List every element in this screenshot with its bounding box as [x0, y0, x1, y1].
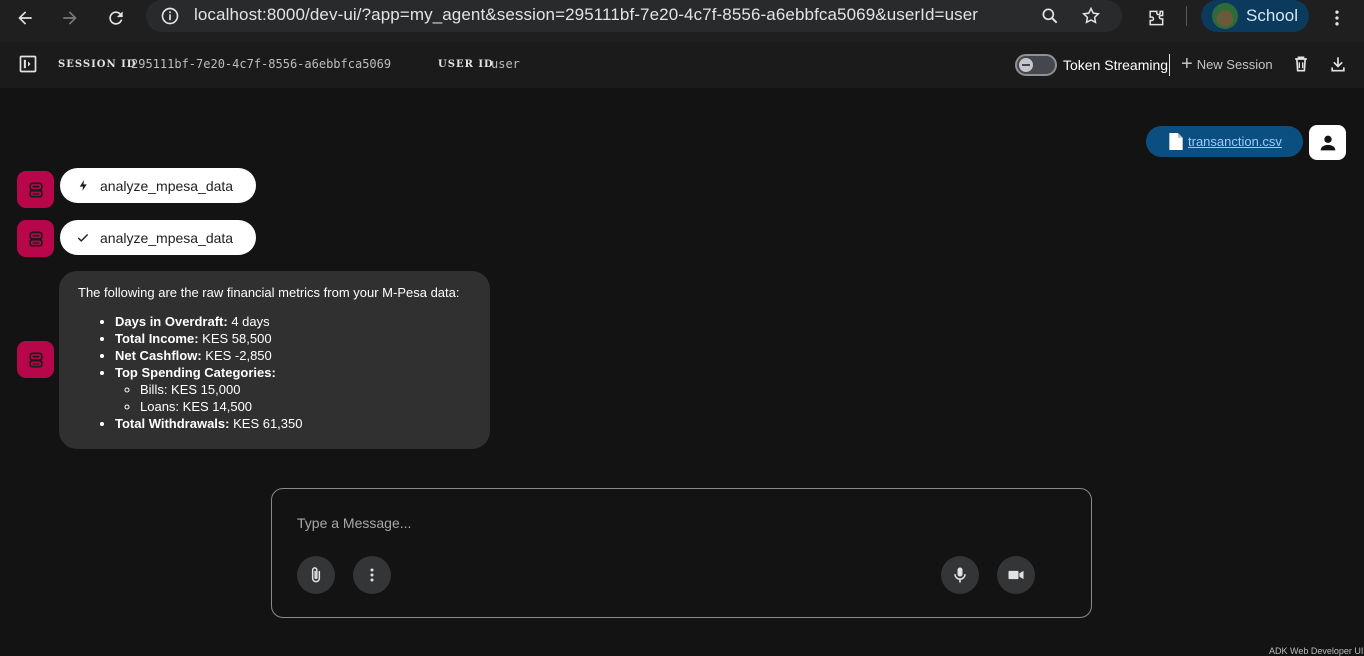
profile-avatar	[1212, 3, 1238, 29]
user-avatar	[1309, 125, 1346, 160]
arrow-right-icon	[63, 11, 77, 25]
browser-menu-button[interactable]	[1322, 3, 1352, 33]
plus-icon: +	[1181, 53, 1193, 75]
back-button[interactable]	[10, 3, 40, 33]
attach-button[interactable]	[297, 556, 335, 594]
footer-text: ADK Web Developer UI	[1269, 646, 1364, 656]
tool-call-chip[interactable]: analyze_mpesa_data	[60, 168, 257, 203]
list-item: Total Withdrawals: KES 61,350	[115, 415, 471, 432]
metrics-list: Days in Overdraft: 4 days Total Income: …	[78, 313, 471, 432]
token-streaming-toggle[interactable]	[1015, 54, 1057, 76]
bot-avatar	[17, 220, 54, 257]
new-session-button[interactable]: + New Session	[1181, 53, 1273, 75]
toolbar-divider	[1186, 6, 1187, 26]
list-item: Net Cashflow: KES -2,850	[115, 347, 471, 364]
bot-avatar	[17, 171, 54, 208]
message-intro: The following are the raw financial metr…	[78, 285, 460, 300]
delete-session-button[interactable]	[1290, 53, 1312, 75]
bolt-icon	[76, 179, 90, 193]
browser-toolbar: localhost:8000/dev-ui/?app=my_agent&sess…	[0, 0, 1364, 42]
videocam-icon	[1008, 570, 1024, 580]
message-input[interactable]: Type a Message...	[297, 515, 411, 531]
reload-button[interactable]	[101, 3, 131, 33]
attachment-filename[interactable]: transanction.csv	[1188, 134, 1282, 149]
user-id-label: USER ID	[438, 59, 494, 70]
list-item: Total Income: KES 58,500	[115, 330, 471, 347]
tool-result-name: analyze_mpesa_data	[100, 229, 234, 246]
toggle-knob	[1019, 58, 1033, 72]
app-toolbar: SESSION ID 295111bf-7e20-4c7f-8556-a6ebb…	[0, 42, 1364, 88]
person-icon	[1320, 135, 1335, 150]
bookmark-button[interactable]	[1077, 2, 1105, 30]
sub-list-item: Loans: KES 14,500	[140, 398, 471, 415]
file-icon	[1169, 132, 1183, 151]
toggle-sidebar-button[interactable]	[17, 53, 39, 75]
more-options-button[interactable]	[353, 556, 391, 594]
puzzle-icon	[1149, 10, 1164, 26]
star-icon	[1081, 6, 1101, 24]
download-session-button[interactable]	[1327, 53, 1349, 75]
user-id-value: user	[491, 57, 520, 71]
mic-icon	[954, 567, 966, 583]
info-icon[interactable]	[160, 6, 180, 26]
bot-avatar	[17, 341, 54, 378]
user-message-attachment[interactable]: transanction.csv	[1146, 126, 1303, 157]
video-button[interactable]	[997, 556, 1035, 594]
new-session-label: New Session	[1196, 56, 1273, 72]
sub-list-item: Bills: KES 15,000	[140, 381, 471, 398]
profile-name: School	[1246, 6, 1298, 25]
zoom-button[interactable]	[1036, 2, 1064, 30]
robot-icon	[28, 352, 43, 367]
forward-button[interactable]	[55, 3, 85, 33]
session-id-label: SESSION ID	[58, 59, 137, 70]
session-id-value: 295111bf-7e20-4c7f-8556-a6ebbfca5069	[131, 57, 392, 71]
check-icon	[76, 231, 90, 245]
trash-icon	[1295, 56, 1307, 72]
tool-call-name: analyze_mpesa_data	[100, 177, 234, 194]
address-bar[interactable]: localhost:8000/dev-ui/?app=my_agent&sess…	[146, 0, 1122, 32]
more-vert-icon	[370, 568, 374, 582]
list-item: Days in Overdraft: 4 days	[115, 313, 471, 330]
robot-icon	[28, 182, 43, 197]
robot-icon	[28, 231, 43, 246]
toolbar-separator	[1169, 54, 1170, 76]
profile-button[interactable]: School	[1201, 0, 1309, 32]
sidebar-icon	[19, 55, 37, 73]
sub-list: Bills: KES 15,000 Loans: KES 14,500	[115, 381, 471, 415]
microphone-button[interactable]	[941, 556, 979, 594]
paperclip-icon	[311, 567, 321, 583]
more-vert-icon	[1335, 10, 1339, 26]
message-input-box[interactable]: Type a Message...	[271, 488, 1092, 618]
list-item: Top Spending Categories: Bills: KES 15,0…	[115, 364, 471, 415]
url-text[interactable]: localhost:8000/dev-ui/?app=my_agent&sess…	[194, 5, 978, 25]
arrow-left-icon	[18, 11, 32, 25]
magnifier-icon	[1042, 8, 1058, 24]
bot-message: The following are the raw financial metr…	[59, 271, 490, 449]
download-icon	[1331, 57, 1345, 72]
reload-icon	[109, 11, 123, 25]
token-streaming-label: Token Streaming	[1063, 57, 1169, 73]
extensions-button[interactable]	[1141, 3, 1171, 33]
tool-result-chip[interactable]: analyze_mpesa_data	[60, 220, 257, 255]
